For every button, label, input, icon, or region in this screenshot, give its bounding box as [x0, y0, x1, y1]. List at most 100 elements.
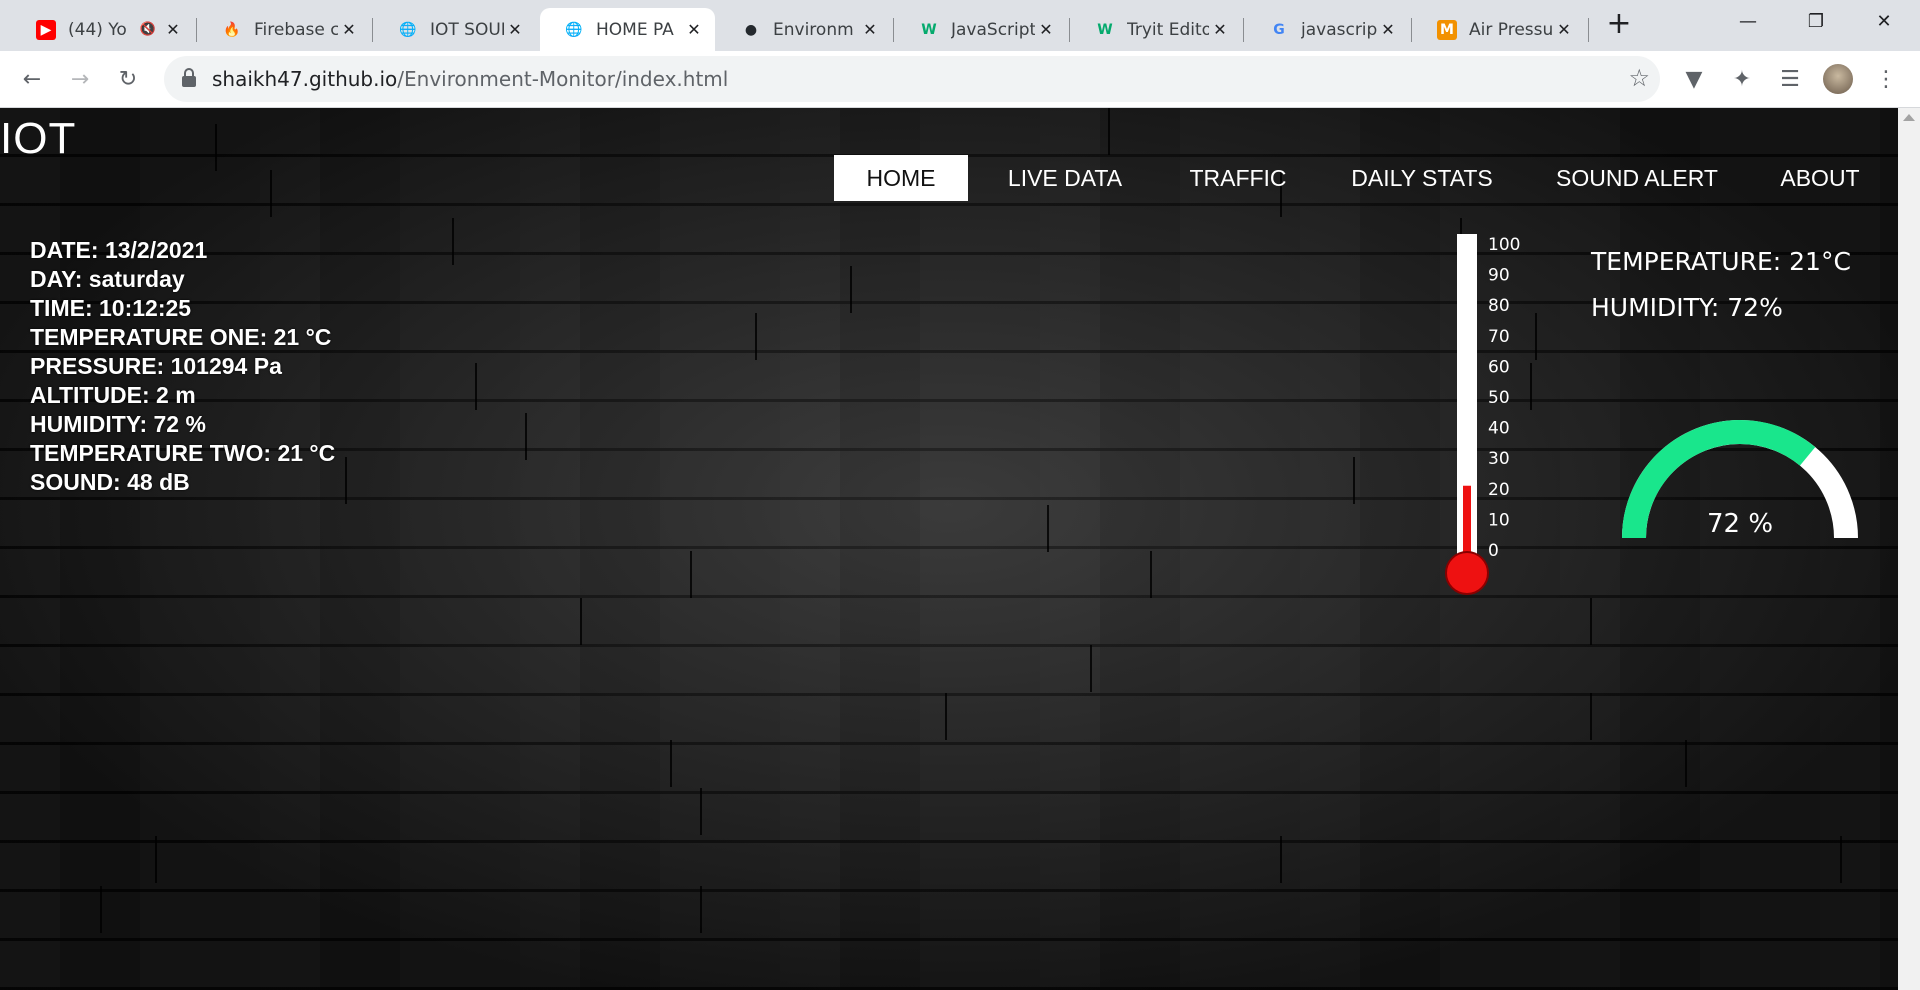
- summary-panel: TEMPERATURE: 21°C HUMIDITY: 72%: [1591, 239, 1851, 331]
- menu-kebab-icon[interactable]: ⋮: [1868, 61, 1904, 97]
- tab-separator: [1069, 18, 1070, 42]
- minimize-icon[interactable]: —: [1714, 0, 1782, 42]
- nav-sound-alert[interactable]: SOUND ALERT: [1546, 155, 1728, 201]
- reload-icon[interactable]: ↻: [110, 61, 146, 97]
- tab-title: Air Pressu: [1469, 19, 1553, 40]
- github-icon: ●: [744, 21, 758, 38]
- close-window-icon[interactable]: ✕: [1850, 0, 1918, 42]
- nav-traffic[interactable]: TRAFFIC: [1180, 155, 1296, 201]
- back-icon[interactable]: ←: [14, 61, 50, 97]
- plank-seam: [670, 740, 672, 787]
- extension-vee-icon[interactable]: ▼: [1676, 61, 1712, 97]
- google-icon: G: [1273, 21, 1285, 38]
- reading-altitude: ALTITUDE: 2 m: [30, 382, 196, 408]
- tab-separator: [372, 18, 373, 42]
- thermometer-tick-label: 20: [1488, 480, 1510, 500]
- scroll-up-icon[interactable]: [1903, 114, 1915, 121]
- tab-close-icon[interactable]: ✕: [1209, 20, 1231, 39]
- tab-close-icon[interactable]: ✕: [162, 20, 184, 39]
- nav-home[interactable]: HOME: [834, 155, 968, 201]
- tab-title: JavaScript: [951, 19, 1035, 40]
- url-path: /Environment-Monitor/index.html: [397, 67, 729, 91]
- tab-separator: [1411, 18, 1412, 42]
- browser-tab[interactable]: W Tryit Edito ✕: [1071, 8, 1241, 51]
- thermometer-tick-label: 50: [1488, 388, 1510, 408]
- plank-seam: [270, 170, 272, 217]
- restore-icon[interactable]: ❐: [1782, 0, 1850, 42]
- tab-close-icon[interactable]: ✕: [1035, 20, 1057, 39]
- nav-live-data[interactable]: LIVE DATA: [990, 155, 1140, 201]
- url-text: shaikh47.github.io/Environment-Monitor/i…: [212, 67, 728, 91]
- tab-title: Tryit Edito: [1127, 19, 1209, 40]
- summary-humidity: HUMIDITY: 72%: [1591, 293, 1783, 322]
- plank-seam: [525, 413, 527, 460]
- forward-icon[interactable]: →: [62, 61, 98, 97]
- thermometer-tick-label: 90: [1488, 266, 1510, 286]
- reading-temperature-one: TEMPERATURE ONE: 21 °C: [30, 324, 332, 350]
- mobiler-icon: M: [1437, 19, 1457, 40]
- bookmark-star-icon[interactable]: ☆: [1628, 64, 1650, 92]
- extensions-puzzle-icon[interactable]: ✦: [1724, 61, 1760, 97]
- thermometer-tick-label: 60: [1488, 357, 1510, 377]
- plank-seam: [580, 598, 582, 645]
- browser-tab[interactable]: ▶ (44) Yo 🔇 ✕: [12, 8, 194, 51]
- browser-tab[interactable]: M Air Pressu ✕: [1413, 8, 1585, 51]
- firebase-icon: 🔥: [223, 21, 241, 38]
- tab-separator: [196, 18, 197, 42]
- tab-title: (44) Yo: [68, 19, 127, 40]
- plank-seam: [1840, 836, 1842, 883]
- globe-icon: 🌐: [399, 21, 417, 38]
- tab-separator: [1588, 18, 1589, 42]
- tab-muted-icon[interactable]: 🔇: [140, 22, 156, 37]
- plank-seam: [1047, 505, 1049, 552]
- browser-tab[interactable]: 🌐 IOT SOUN✕: [374, 8, 536, 51]
- reading-sound: SOUND: 48 dB: [30, 469, 190, 495]
- page-scrollbar[interactable]: [1898, 108, 1920, 990]
- tab-close-icon[interactable]: ✕: [338, 20, 360, 39]
- thermometer-tick-label: 40: [1488, 419, 1510, 439]
- plank-seam: [850, 266, 852, 313]
- plank-seam: [1108, 108, 1110, 155]
- plank-seam: [1590, 598, 1592, 645]
- nav-about[interactable]: ABOUT: [1770, 155, 1870, 201]
- summary-temperature: TEMPERATURE: 21°C: [1591, 247, 1851, 276]
- site-logo[interactable]: IOT: [0, 114, 76, 164]
- plank-seam: [700, 788, 702, 835]
- plank-seam: [1090, 645, 1092, 692]
- media-control-icon[interactable]: ☰: [1772, 61, 1808, 97]
- thermometer-tick-label: 0: [1488, 541, 1499, 561]
- profile-avatar[interactable]: [1820, 61, 1856, 97]
- plank-seam: [1150, 551, 1152, 598]
- tab-close-icon[interactable]: ✕: [683, 20, 705, 39]
- new-tab-button[interactable]: +: [1605, 9, 1633, 40]
- reading-day: DAY: saturday: [30, 266, 185, 292]
- plank-seam: [345, 457, 347, 504]
- humidity-gauge: 72 %: [1622, 420, 1858, 539]
- browser-tab[interactable]: 🌐 HOME PA ✕: [540, 8, 715, 51]
- tab-title: Firebase c: [254, 19, 338, 40]
- browser-tab[interactable]: W JavaScript ✕: [895, 8, 1067, 51]
- reading-time: TIME: 10:12:25: [30, 295, 192, 321]
- plank-seam: [1590, 693, 1592, 740]
- tab-close-icon[interactable]: ✕: [1553, 20, 1575, 39]
- tab-separator: [893, 18, 894, 42]
- address-bar[interactable]: shaikh47.github.io/Environment-Monitor/i…: [164, 56, 1660, 102]
- tab-strip: ▶(44) Yo🔇✕🔥Firebase c✕🌐IOT SOUN✕🌐HOME PA…: [0, 0, 1920, 51]
- nav-daily-stats[interactable]: DAILY STATS: [1338, 155, 1506, 201]
- tab-title: Environm: [773, 19, 854, 40]
- reading-date: DATE: 13/2/2021: [30, 237, 208, 263]
- browser-tab[interactable]: Gjavascript ✕: [1245, 8, 1409, 51]
- plank-seam: [155, 836, 157, 883]
- tab-close-icon[interactable]: ✕: [1377, 20, 1399, 39]
- reading-temperature-two: TEMPERATURE TWO: 21 °C: [30, 440, 336, 466]
- tab-close-icon[interactable]: ✕: [859, 20, 881, 39]
- tab-title: IOT SOUN: [430, 19, 504, 40]
- browser-tab[interactable]: 🔥 Firebase c ✕: [198, 8, 370, 51]
- browser-tab[interactable]: ● Environm ✕: [717, 8, 891, 51]
- tab-close-icon[interactable]: ✕: [504, 20, 526, 39]
- plank-seam: [1353, 457, 1355, 504]
- browser-toolbar: ← → ↻ shaikh47.github.io/Environment-Mon…: [0, 51, 1920, 108]
- youtube-icon: ▶: [36, 19, 56, 40]
- plank-seam: [452, 218, 454, 265]
- plank-seam: [475, 363, 477, 410]
